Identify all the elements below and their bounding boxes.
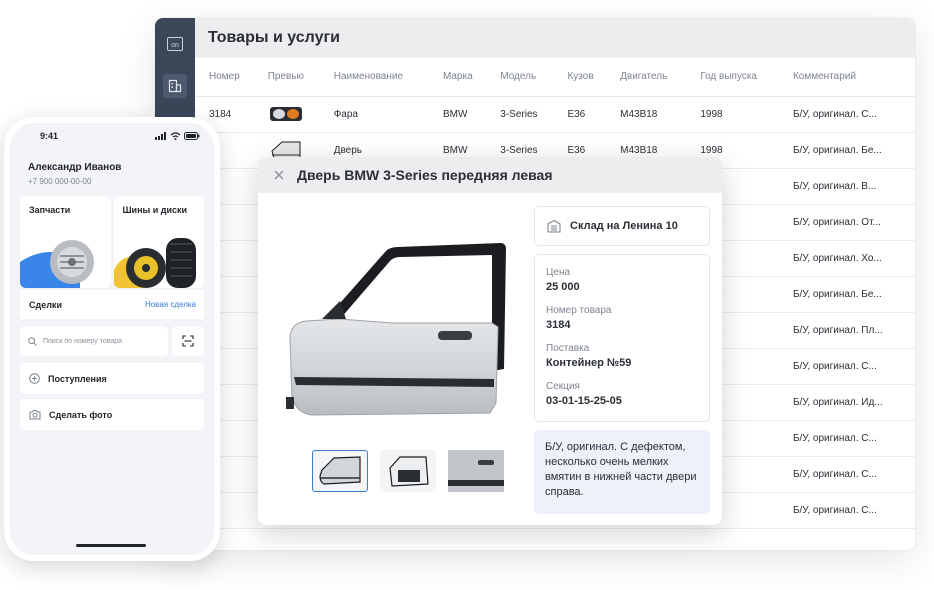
column-header-body[interactable]: Кузов	[553, 58, 607, 97]
price-value: 25 000	[546, 281, 580, 293]
home-indicator[interactable]	[76, 544, 146, 547]
search-field	[20, 326, 168, 356]
alternator-icon	[20, 240, 94, 288]
signal-icon	[155, 132, 166, 140]
warehouse-icon	[547, 219, 561, 233]
tire-icon	[113, 238, 196, 288]
column-header-brand[interactable]: Марка	[428, 58, 487, 97]
cell-comment: Б/У, оригинал. С...	[778, 420, 915, 457]
cell-comment: Б/У, оригинал. Бе...	[778, 276, 915, 313]
product-modal: Дверь BMW 3-Series передняя левая Склад …	[258, 157, 722, 525]
supply-label: Поставка	[546, 343, 590, 354]
cell-comment: Б/У, оригинал. С...	[778, 348, 915, 385]
column-header-name[interactable]: Наименование	[319, 58, 429, 97]
cell-brand: BMW	[428, 96, 487, 133]
column-header-number[interactable]: Номер	[195, 58, 254, 97]
building-icon	[168, 79, 182, 93]
user-profile[interactable]: Александр Иванов +7 900 000-00-00	[10, 149, 214, 186]
new-deal-link[interactable]: Новая сделка	[145, 300, 196, 309]
user-phone: +7 900 000-00-00	[28, 177, 92, 186]
app-logo-icon: on	[167, 37, 183, 51]
take-photo-label: Сделать фото	[49, 409, 113, 420]
tile-tires[interactable]: Шины и диски	[113, 196, 204, 288]
table-header-row: Номер Превью Наименование Марка Модель К…	[195, 58, 915, 97]
modal-title: Дверь BMW 3-Series передняя левая	[297, 167, 553, 183]
search-input[interactable]	[43, 337, 161, 345]
status-bar: 9:41	[10, 123, 214, 149]
scan-button[interactable]	[172, 326, 204, 356]
svg-text:on: on	[171, 42, 179, 49]
cell-comment: Б/У, оригинал. С...	[778, 456, 915, 493]
warehouse-label: Склад на Ленина 10	[570, 220, 678, 232]
door-inner-thumb-icon	[389, 456, 429, 487]
arrivals-button[interactable]: Поступления	[20, 363, 204, 394]
phone-screen: 9:41 Александр Иванов +7 900 000-00-00 З…	[10, 123, 214, 555]
door-closeup-thumb-icon	[448, 450, 504, 492]
close-icon[interactable]	[272, 168, 286, 182]
product-info-card: Цена 25 000 Номер товара 3184 Поставка К…	[534, 254, 710, 422]
wifi-icon	[170, 132, 181, 140]
cell-comment: Б/У, оригинал. Пл...	[778, 312, 915, 349]
rail-item-warehouse[interactable]	[163, 74, 187, 98]
status-icons	[155, 132, 200, 140]
scene: on Товары и услуги Номер Превью Наименов…	[0, 0, 934, 590]
price-label: Цена	[546, 267, 571, 278]
column-header-comment[interactable]: Комментарий	[778, 58, 915, 97]
cell-comment: Б/У, оригинал. С...	[778, 96, 915, 133]
cell-body: E36	[553, 96, 607, 133]
take-photo-button[interactable]: Сделать фото	[20, 399, 204, 430]
column-header-model[interactable]: Модель	[486, 58, 554, 97]
deals-label: Сделки	[29, 299, 62, 310]
column-header-preview[interactable]: Превью	[253, 58, 320, 97]
plus-circle-icon	[29, 373, 40, 384]
supply-value: Контейнер №59	[546, 357, 632, 369]
cell-comment: Б/У, оригинал. Бе...	[778, 132, 915, 169]
deals-row: Сделки Новая сделка	[20, 290, 204, 319]
thumbnail-3[interactable]	[448, 450, 504, 492]
battery-icon	[184, 132, 200, 140]
user-name: Александр Иванов	[28, 162, 122, 173]
table-row[interactable]: 3184 Фара BMW 3-Series E36 M43B18 1998 Б/У, ори…	[195, 96, 915, 133]
column-header-engine[interactable]: Двигатель	[606, 58, 687, 97]
section-label: Секция	[546, 381, 580, 392]
item-number-value: 3184	[546, 319, 571, 331]
photo-thumbnails	[312, 450, 504, 492]
cell-year: 1998	[686, 96, 779, 133]
column-header-year[interactable]: Год выпуска	[686, 58, 779, 97]
cell-model: 3-Series	[486, 96, 554, 133]
product-comment: Б/У, оригинал. С дефектом, несколько оче…	[534, 430, 710, 514]
cell-comment: Б/У, оригинал. От...	[778, 204, 915, 241]
cell-comment: Б/У, оригинал. В...	[778, 168, 915, 205]
warehouse-card[interactable]: Склад на Ленина 10	[534, 206, 710, 246]
status-time: 9:41	[40, 131, 59, 141]
category-tiles: Запчасти Шины и диски	[20, 196, 204, 288]
modal-header: Дверь BMW 3-Series передняя левая	[258, 157, 722, 193]
headlight-thumb-icon	[269, 107, 302, 121]
arrivals-label: Поступления	[48, 373, 107, 384]
cell-comment: Б/У, оригинал. Ид...	[778, 384, 915, 421]
tile-tires-label: Шины и диски	[122, 205, 188, 215]
tile-parts-label: Запчасти	[29, 205, 71, 215]
door-outer-thumb-icon	[319, 456, 361, 485]
tile-parts[interactable]: Запчасти	[20, 196, 111, 288]
section-value: 03-01-15-25-05	[546, 395, 622, 407]
cell-preview	[253, 96, 320, 133]
cell-comment: Б/У, оригинал. С...	[778, 492, 915, 529]
product-photo[interactable]	[282, 227, 514, 423]
thumbnail-2[interactable]	[380, 450, 436, 492]
cell-name: Фара	[319, 96, 429, 133]
search-icon	[28, 336, 37, 346]
cell-comment: Б/У, оригинал. Хо...	[778, 240, 915, 277]
thumbnail-1[interactable]	[312, 450, 368, 492]
camera-icon	[29, 410, 41, 420]
cell-engine: M43B18	[606, 96, 687, 133]
barcode-scan-icon	[182, 335, 194, 347]
phone-frame: 9:41 Александр Иванов +7 900 000-00-00 З…	[4, 117, 220, 561]
item-number-label: Номер товара	[546, 305, 612, 316]
page-title: Товары и услуги	[195, 18, 915, 58]
rail-item-onsite[interactable]: on	[163, 32, 187, 56]
